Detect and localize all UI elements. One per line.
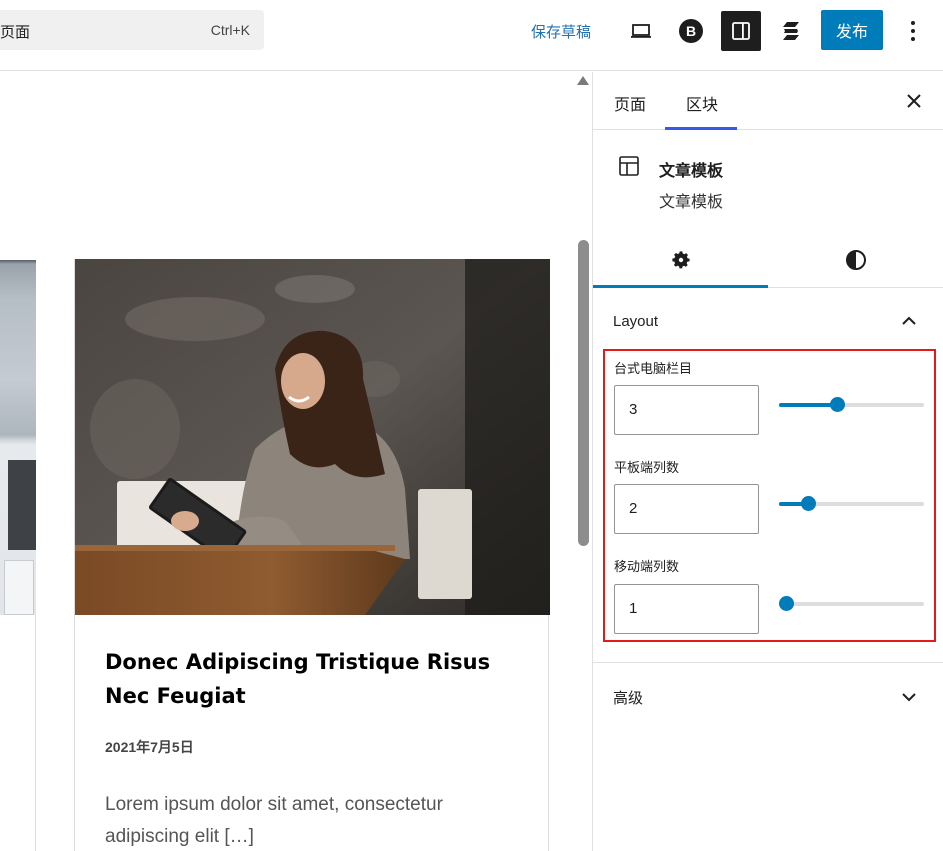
plugin-s-button[interactable] bbox=[771, 11, 811, 51]
plugin-b-button[interactable]: B bbox=[671, 11, 711, 51]
layout-panel-title: Layout bbox=[613, 313, 659, 330]
post-featured-image bbox=[75, 259, 550, 615]
chevron-up-icon bbox=[899, 310, 919, 330]
more-vertical-icon bbox=[911, 21, 915, 41]
woman-with-tablet-photo bbox=[75, 259, 550, 615]
command-shortcut: Ctrl+K bbox=[210, 22, 250, 38]
styles-contrast-icon bbox=[845, 250, 866, 270]
svg-text:B: B bbox=[686, 23, 696, 39]
tab-settings[interactable] bbox=[593, 232, 768, 288]
layout-panel-toggle[interactable]: Layout bbox=[593, 288, 943, 348]
editor-canvas[interactable]: Donec Adipiscing Tristique Risus Nec Feu… bbox=[0, 72, 592, 851]
options-menu-button[interactable] bbox=[901, 11, 925, 51]
plugin-s-icon bbox=[783, 22, 799, 40]
sidebar-icon bbox=[732, 22, 750, 40]
settings-sidebar: 页面 区块 文章模板 文章模板 Layout 台式电脑栏目 3 平板端列数 2 … bbox=[592, 72, 943, 851]
block-title: 文章模板 bbox=[659, 163, 724, 180]
tablet-columns-input[interactable]: 2 bbox=[614, 484, 759, 534]
tab-styles[interactable] bbox=[768, 232, 943, 288]
desktop-columns-label: 台式电脑栏目 bbox=[614, 361, 693, 376]
desktop-icon bbox=[631, 24, 651, 38]
scroll-up-arrow[interactable] bbox=[577, 76, 589, 85]
sidebar-tabs: 页面 区块 bbox=[593, 72, 943, 130]
gear-icon bbox=[671, 251, 690, 269]
canvas-scrollbar[interactable] bbox=[578, 240, 589, 546]
command-palette-button[interactable]: 页面 Ctrl+K bbox=[0, 10, 264, 50]
post-excerpt: Lorem ipsum dolor sit amet, consectetur … bbox=[105, 794, 443, 847]
mobile-columns-input[interactable]: 1 bbox=[614, 584, 759, 634]
editor-header: 页面 Ctrl+K 保存草稿 B 发布 bbox=[0, 0, 943, 71]
post-date: 2021年7月5日 bbox=[105, 739, 194, 755]
block-card: 文章模板 文章模板 bbox=[593, 130, 943, 230]
slider-thumb[interactable] bbox=[779, 596, 794, 611]
preview-device-button[interactable] bbox=[621, 11, 661, 51]
tab-page[interactable]: 页面 bbox=[614, 91, 646, 115]
tablet-columns-label: 平板端列数 bbox=[614, 460, 680, 475]
tablet-columns-slider[interactable] bbox=[779, 496, 924, 511]
desktop-columns-slider[interactable] bbox=[779, 397, 924, 412]
slider-thumb[interactable] bbox=[800, 496, 816, 511]
previous-post-card[interactable] bbox=[0, 260, 36, 851]
settings-toggle-button[interactable] bbox=[721, 11, 761, 51]
block-description: 文章模板 bbox=[659, 194, 724, 211]
command-title: 页面 bbox=[0, 24, 31, 41]
save-draft-button[interactable]: 保存草稿 bbox=[531, 21, 591, 42]
publish-button[interactable]: 发布 bbox=[821, 10, 883, 50]
slider-thumb[interactable] bbox=[829, 397, 845, 412]
previous-post-image bbox=[0, 260, 36, 615]
close-sidebar-button[interactable] bbox=[903, 90, 925, 112]
block-inspector-tabs bbox=[593, 232, 943, 288]
advanced-panel-title: 高级 bbox=[613, 690, 644, 707]
mobile-columns-slider[interactable] bbox=[779, 596, 924, 611]
mobile-columns-label: 移动端列数 bbox=[614, 559, 680, 574]
close-icon bbox=[907, 94, 921, 108]
post-title[interactable]: Donec Adipiscing Tristique Risus Nec Feu… bbox=[105, 645, 525, 713]
post-template-icon bbox=[619, 156, 639, 176]
post-card[interactable]: Donec Adipiscing Tristique Risus Nec Feu… bbox=[74, 259, 550, 851]
advanced-panel-toggle[interactable]: 高级 bbox=[593, 663, 943, 729]
slider-fill bbox=[779, 403, 837, 407]
plugin-b-icon: B bbox=[679, 19, 703, 43]
desktop-columns-input[interactable]: 3 bbox=[614, 385, 759, 435]
tab-block[interactable]: 区块 bbox=[686, 91, 718, 115]
chevron-down-icon bbox=[899, 687, 919, 707]
